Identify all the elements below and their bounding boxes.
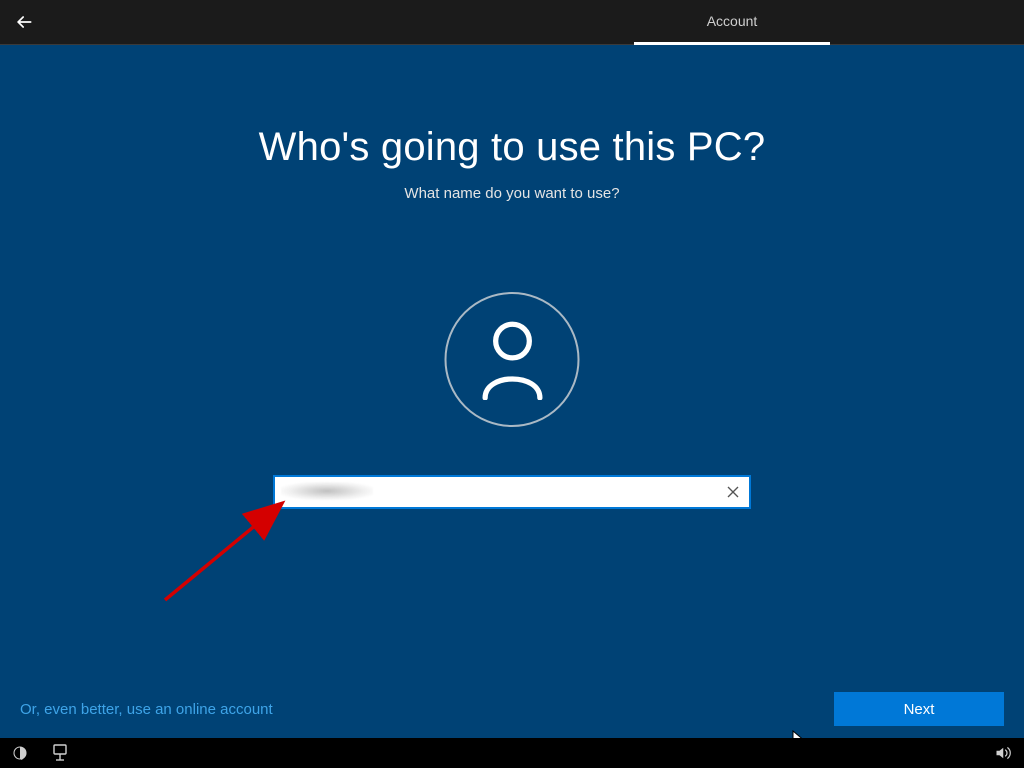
ease-of-access-icon	[12, 745, 28, 761]
tab-label: Account	[707, 13, 758, 29]
system-tray	[0, 738, 1024, 768]
clear-x-icon	[727, 486, 739, 498]
back-arrow-icon	[14, 12, 34, 32]
username-field-container	[273, 475, 751, 509]
volume-button[interactable]	[984, 738, 1024, 768]
title-bar: Account	[0, 0, 1024, 45]
username-input[interactable]	[275, 477, 717, 507]
avatar-placeholder	[445, 292, 580, 427]
ease-of-access-button[interactable]	[0, 738, 40, 768]
setup-canvas: Who's going to use this PC? What name do…	[0, 45, 1024, 738]
page-title: Who's going to use this PC?	[0, 125, 1024, 170]
ime-icon	[52, 744, 68, 762]
clear-input-button[interactable]	[717, 477, 749, 507]
back-button[interactable]	[0, 0, 48, 45]
tab-account[interactable]: Account	[634, 0, 830, 45]
volume-icon	[995, 745, 1013, 761]
person-icon	[477, 320, 547, 400]
use-online-account-link[interactable]: Or, even better, use an online account	[20, 701, 273, 718]
next-button[interactable]: Next	[834, 692, 1004, 726]
next-button-label: Next	[904, 701, 935, 718]
page-subtitle: What name do you want to use?	[0, 185, 1024, 202]
ime-button[interactable]	[40, 738, 80, 768]
